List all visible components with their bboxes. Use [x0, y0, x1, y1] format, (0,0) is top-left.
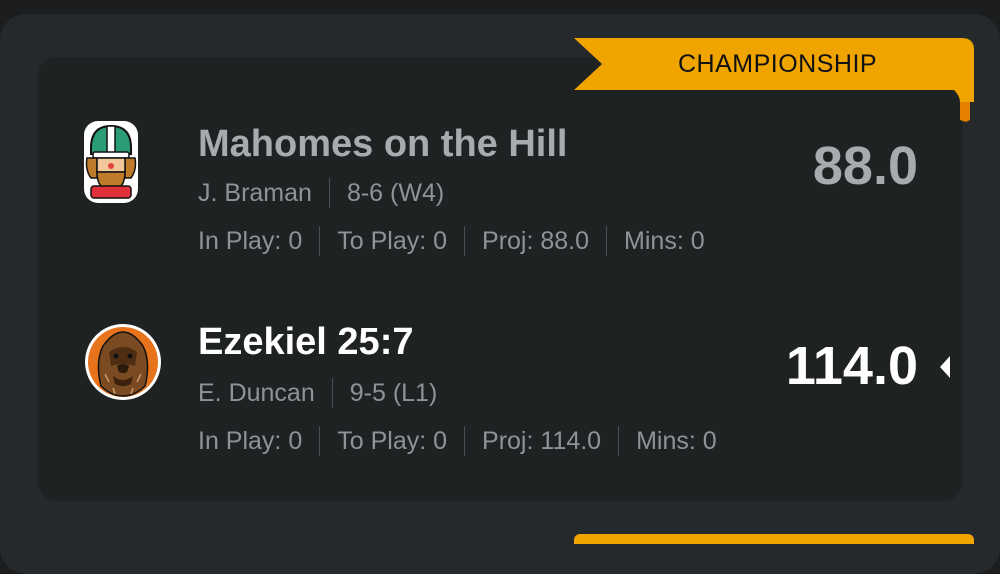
team-name[interactable]: Mahomes on the Hill — [198, 122, 567, 166]
projected-stat: Proj: 114.0 — [482, 427, 602, 455]
team-row-2[interactable]: Ezekiel 25:7 E. Duncan 9-5 (L1) In Play:… — [0, 308, 1000, 468]
divider — [464, 226, 466, 256]
team-score: 88.0 — [812, 136, 918, 196]
divider — [464, 426, 466, 456]
divider — [618, 426, 620, 456]
team-owner-record: J. Braman 8-6 (W4) — [198, 178, 444, 208]
team-score: 114.0 — [785, 336, 918, 396]
in-play-stat: In Play: 0 — [198, 427, 303, 455]
team-record: 9-5 (L1) — [349, 379, 438, 407]
team-owner-record: E. Duncan 9-5 (L1) — [198, 378, 437, 408]
wookiee-icon — [83, 322, 163, 402]
winner-indicator-icon — [938, 354, 952, 380]
to-play-stat: To Play: 0 — [337, 427, 448, 455]
owner-name: J. Braman — [198, 179, 312, 207]
to-play-stat: To Play: 0 — [337, 227, 448, 255]
team-stats: In Play: 0 To Play: 0 Proj: 114.0 Mins: … — [198, 426, 717, 456]
projected-stat: Proj: 88.0 — [482, 227, 590, 255]
football-helmet-icon — [83, 120, 138, 203]
next-matchup-banner — [574, 534, 974, 544]
divider — [319, 426, 321, 456]
banner-label: CHAMPIONSHIP — [678, 50, 878, 78]
divider — [331, 378, 333, 408]
team-row-1[interactable]: Mahomes on the Hill J. Braman 8-6 (W4) I… — [0, 108, 1000, 268]
minutes-stat: Mins: 0 — [624, 227, 705, 255]
divider — [319, 226, 321, 256]
team-record: 8-6 (W4) — [346, 179, 445, 207]
divider — [606, 226, 608, 256]
owner-name: E. Duncan — [198, 379, 315, 407]
divider — [328, 178, 330, 208]
minutes-stat: Mins: 0 — [636, 427, 717, 455]
team-name[interactable]: Ezekiel 25:7 — [198, 320, 413, 364]
team-stats: In Play: 0 To Play: 0 Proj: 88.0 Mins: 0 — [198, 226, 705, 256]
in-play-stat: In Play: 0 — [198, 227, 303, 255]
